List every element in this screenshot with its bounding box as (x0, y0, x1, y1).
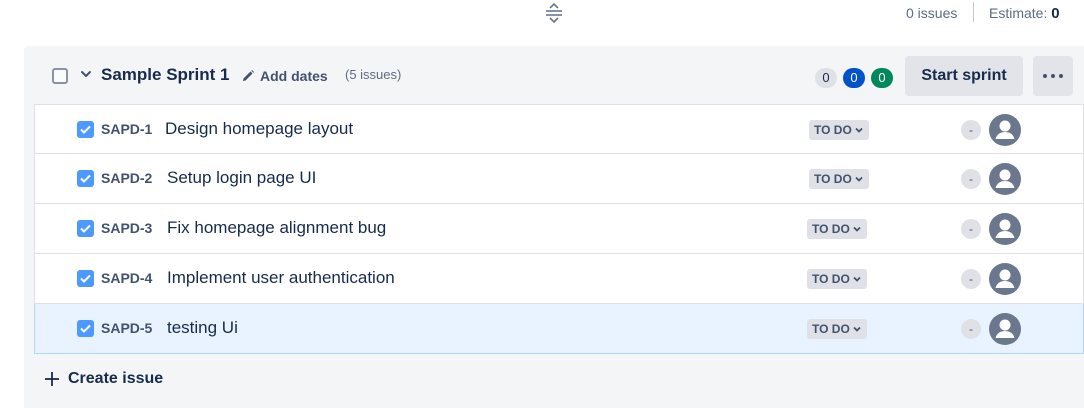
issue-key[interactable]: SAPD-1 (101, 121, 152, 137)
estimate-label: Estimate: (989, 5, 1048, 21)
start-sprint-button[interactable]: Start sprint (905, 56, 1023, 96)
pencil-icon (243, 70, 254, 81)
divider (973, 2, 974, 22)
checkbox-checked-icon[interactable] (77, 270, 94, 287)
issue-key[interactable]: SAPD-3 (101, 220, 152, 236)
checkbox-checked-icon[interactable] (77, 170, 94, 187)
status-label: TO DO (812, 272, 850, 286)
more-icon[interactable] (1033, 56, 1073, 96)
issue-summary[interactable]: Implement user authentication (167, 268, 395, 288)
issue-row[interactable]: SAPD-2 Setup login page UI TO DO - (34, 154, 1084, 204)
issue-summary[interactable]: Design homepage layout (165, 119, 353, 139)
issue-row[interactable]: SAPD-5 testing Ui TO DO - (34, 304, 1084, 354)
issue-row[interactable]: SAPD-4 Implement user authentication TO … (34, 254, 1084, 304)
status-dropdown[interactable]: TO DO (809, 120, 869, 140)
issue-key[interactable]: SAPD-2 (101, 170, 152, 186)
add-dates-label: Add dates (260, 68, 328, 84)
story-points-estimate[interactable]: - (961, 120, 981, 140)
in-progress-count-badge: 0 (843, 68, 865, 88)
status-dropdown[interactable]: TO DO (807, 319, 867, 339)
add-dates-button[interactable]: Add dates (241, 66, 328, 86)
sprint-select-checkbox[interactable] (52, 68, 68, 84)
issue-key[interactable]: SAPD-5 (101, 320, 152, 336)
sprint-container: Sample Sprint 1 Add dates (5 issues) 0 0… (24, 46, 1084, 408)
estimate-value: 0 (1051, 5, 1060, 22)
status-label: TO DO (814, 123, 852, 137)
status-label: TO DO (812, 222, 850, 236)
plus-icon (45, 372, 59, 386)
create-issue-button[interactable]: Create issue (44, 370, 163, 388)
avatar-icon[interactable] (989, 263, 1021, 295)
avatar-icon[interactable] (989, 313, 1021, 345)
sprint-header: Sample Sprint 1 Add dates (5 issues) 0 0… (24, 46, 1084, 104)
status-dropdown[interactable]: TO DO (807, 219, 867, 239)
issue-summary[interactable]: Setup login page UI (167, 168, 316, 188)
chevron-down-icon (853, 276, 861, 282)
status-dropdown[interactable]: TO DO (807, 269, 867, 289)
avatar-icon[interactable] (989, 114, 1021, 146)
sprint-name[interactable]: Sample Sprint 1 (101, 65, 229, 85)
avatar-icon[interactable] (989, 213, 1021, 245)
avatar-icon[interactable] (989, 163, 1021, 195)
chevron-down-icon (853, 226, 861, 232)
create-issue-label: Create issue (68, 370, 164, 387)
chevron-down-icon (853, 326, 861, 332)
status-label: TO DO (814, 172, 852, 186)
total-estimate: Estimate: 0 (989, 5, 1060, 22)
story-points-estimate[interactable]: - (961, 269, 981, 289)
sprint-issue-count: (5 issues) (345, 67, 402, 82)
checkbox-checked-icon[interactable] (77, 220, 94, 237)
issue-row[interactable]: SAPD-1 Design homepage layout TO DO - (34, 104, 1084, 154)
chevron-down-icon (855, 176, 863, 182)
issue-key[interactable]: SAPD-4 (101, 270, 152, 286)
issue-row[interactable]: SAPD-3 Fix homepage alignment bug TO DO … (34, 204, 1084, 254)
status-dropdown[interactable]: TO DO (809, 169, 869, 189)
chevron-down-icon (855, 127, 863, 133)
drag-handle-icon[interactable] (544, 2, 564, 24)
story-points-estimate[interactable]: - (961, 219, 981, 239)
done-count-badge: 0 (871, 68, 893, 88)
issue-summary[interactable]: testing Ui (167, 318, 238, 338)
status-label: TO DO (812, 322, 850, 336)
todo-count-badge: 0 (815, 68, 837, 88)
board-top-bar: 0 issues Estimate: 0 (0, 0, 1084, 30)
issue-summary[interactable]: Fix homepage alignment bug (167, 218, 386, 238)
chevron-down-icon[interactable] (80, 67, 92, 79)
total-issue-count: 0 issues (906, 5, 958, 21)
checkbox-checked-icon[interactable] (77, 121, 94, 138)
story-points-estimate[interactable]: - (961, 169, 981, 189)
checkbox-checked-icon[interactable] (77, 320, 94, 337)
issue-list: SAPD-1 Design homepage layout TO DO - SA… (34, 104, 1084, 354)
story-points-estimate[interactable]: - (961, 319, 981, 339)
